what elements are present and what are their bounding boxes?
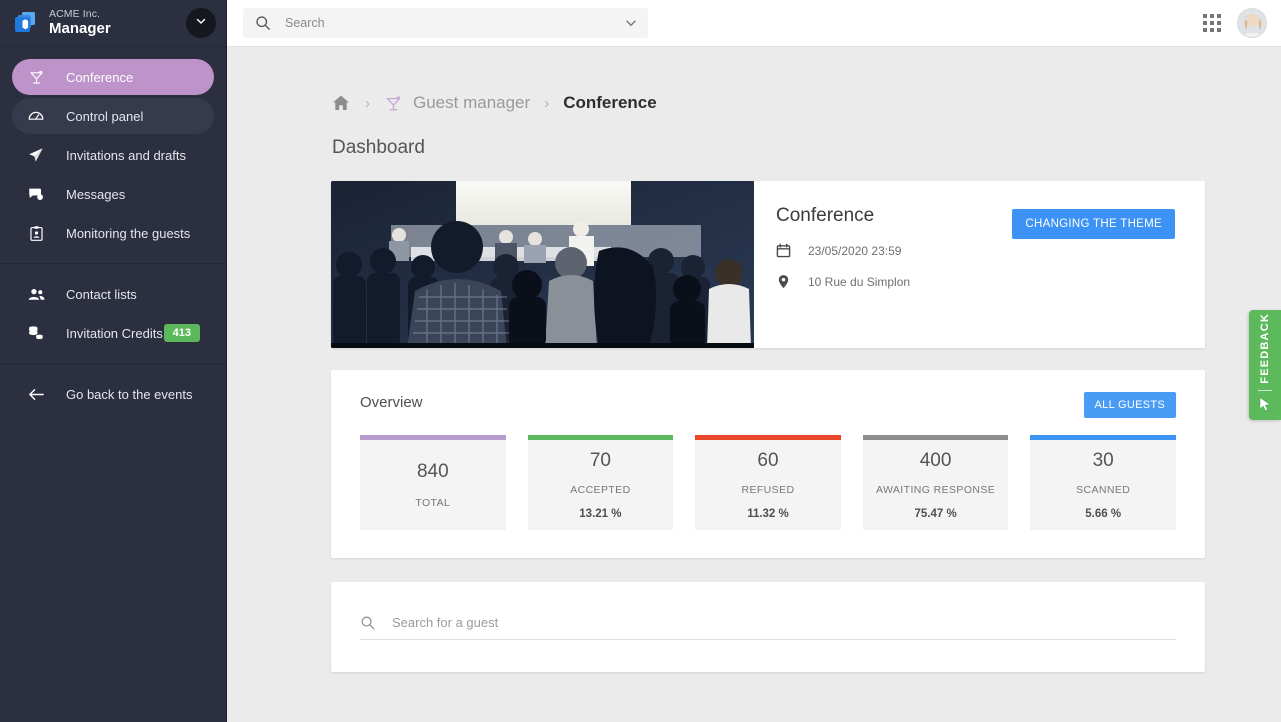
search-icon [360,615,376,631]
brand-title: Manager [49,20,111,38]
stat-label: AWAITING RESPONSE [875,484,996,496]
breadcrumb-item-guest-manager[interactable]: Guest manager [384,93,530,113]
avatar[interactable] [1237,8,1267,38]
event-location: 10 Rue du Simplon [808,274,911,289]
event-date-row: 23/05/2020 23:59 [776,243,1175,258]
chevron-down-icon[interactable] [624,16,638,30]
stat-percentage: 5.66 % [1085,508,1122,520]
brand-text: ACME Inc. Manager [49,9,111,37]
stat-percentage: 75.47 % [914,508,957,520]
sidebar: ACME Inc. Manager Conference Control pan… [0,0,227,722]
sidebar-group-back: Go back to the events [0,364,226,424]
guest-search[interactable] [360,615,1176,640]
stat-value: 400 [919,450,952,471]
sidebar-item-invitation-credits[interactable]: Invitation Credits 413 [12,315,214,351]
search-icon [255,15,271,31]
stat-value: 840 [416,461,449,482]
stat-value: 30 [1092,450,1114,471]
breadcrumb-home-icon[interactable] [331,93,351,113]
breadcrumb-current: Conference [563,93,657,112]
breadcrumb-separator: › [544,94,550,112]
sidebar-item-label: Monitoring the guests [66,225,191,241]
changing-the-theme-button[interactable]: CHANGING THE THEME [1012,209,1175,239]
event-location-row: 10 Rue du Simplon [776,274,1175,289]
chat-bubbles-icon [26,184,46,204]
sidebar-item-go-back-to-the-events[interactable]: Go back to the events [12,376,214,412]
sidebar-item-label: Contact lists [66,286,137,302]
guest-search-card [331,582,1205,672]
overview-card: Overview ALL GUESTS 840 TOTAL 70 ACCEPTE… [331,370,1205,558]
feedback-label: FEEDBACK [1259,312,1271,384]
all-guests-button[interactable]: ALL GUESTS [1083,392,1176,418]
people-icon [26,284,46,304]
stat-card-total[interactable]: 840 TOTAL [360,435,506,530]
sidebar-item-label: Go back to the events [66,386,193,402]
sidebar-group-contacts: Contact lists Invitation Credits 413 [0,264,226,364]
sidebar-item-label: Invitations and drafts [66,147,186,163]
sidebar-item-label: Control panel [66,108,144,124]
sidebar-item-label: Invitation Credits [66,325,163,341]
stat-label: SCANNED [1076,484,1131,496]
event-card: Conference CHANGING THE THEME 23/05/2020… [331,181,1205,348]
sidebar-item-control-panel[interactable]: Control panel [12,98,214,134]
brand-header: ACME Inc. Manager [0,0,226,47]
breadcrumb-label: Guest manager [413,93,531,112]
event-date: 23/05/2020 23:59 [808,243,902,258]
stat-card-accepted[interactable]: 70 ACCEPTED 13.21 % [527,435,674,530]
dashboard-gauge-icon [26,106,46,126]
feedback-divider [1258,390,1272,392]
apps-grid-icon[interactable] [1203,14,1221,32]
stat-value: 70 [589,450,611,471]
main-area: › Guest manager › Conference Dashboard [227,0,1281,722]
stat-percentage: 13.21 % [579,508,622,520]
sidebar-item-conference[interactable]: Conference [12,59,214,95]
invitation-credits-badge: 413 [163,323,200,343]
page-title: Dashboard [332,137,425,158]
conference-audience-photo [331,181,754,348]
cursor-pointer-icon [1258,396,1272,417]
search-input[interactable] [285,16,624,30]
chevron-down-icon [195,14,207,32]
sidebar-group-primary: Conference Control panel Invitations and… [0,47,226,264]
stat-percentage: 11.32 % [747,508,789,520]
sidebar-item-messages[interactable]: Messages [12,176,214,212]
sidebar-item-invitations-and-drafts[interactable]: Invitations and drafts [12,137,214,173]
feedback-tab[interactable]: FEEDBACK [1249,310,1281,420]
topbar [227,0,1281,47]
sidebar-item-label: Messages [66,186,126,202]
stat-label: TOTAL [415,497,451,509]
breadcrumb: › Guest manager › Conference [331,75,1205,131]
stat-card-awaiting-response[interactable]: 400 AWAITING RESPONSE 75.47 % [862,435,1009,530]
breadcrumb-separator: › [365,94,370,112]
app-root: ACME Inc. Manager Conference Control pan… [0,0,1281,722]
topbar-right [1203,8,1267,38]
clipboard-user-icon [26,223,46,243]
overview-title: Overview [360,394,423,411]
sidebar-item-contact-lists[interactable]: Contact lists [12,276,214,312]
map-pin-icon [776,274,798,289]
calendar-icon [776,243,798,258]
coins-stack-icon [26,323,46,343]
overview-stats: 840 TOTAL 70 ACCEPTED 13.21 % 60 REFUSED… [360,435,1176,530]
stat-label: REFUSED [741,484,795,496]
content-inner: › Guest manager › Conference Dashboard C… [227,75,1281,672]
brand-toggle-button[interactable] [186,8,216,38]
sidebar-item-monitoring-the-guests[interactable]: Monitoring the guests [12,215,214,251]
guest-search-input[interactable] [392,615,1176,630]
cocktail-glass-icon [384,94,403,113]
sidebar-item-label: Conference [66,69,134,85]
brand-company: ACME Inc. [49,8,101,21]
cocktail-glass-icon [26,67,46,87]
event-info: Conference CHANGING THE THEME 23/05/2020… [754,181,1205,348]
global-search[interactable] [243,8,648,38]
arrow-left-icon [26,384,46,404]
stat-card-scanned[interactable]: 30 SCANNED 5.66 % [1030,435,1176,530]
stat-value: 60 [757,450,779,471]
stat-label: ACCEPTED [570,484,631,496]
stat-card-refused[interactable]: 60 REFUSED 11.32 % [695,435,841,530]
page-content: › Guest manager › Conference Dashboard C… [227,47,1281,722]
paper-plane-icon [26,145,46,165]
cube-logo-icon [12,10,38,36]
